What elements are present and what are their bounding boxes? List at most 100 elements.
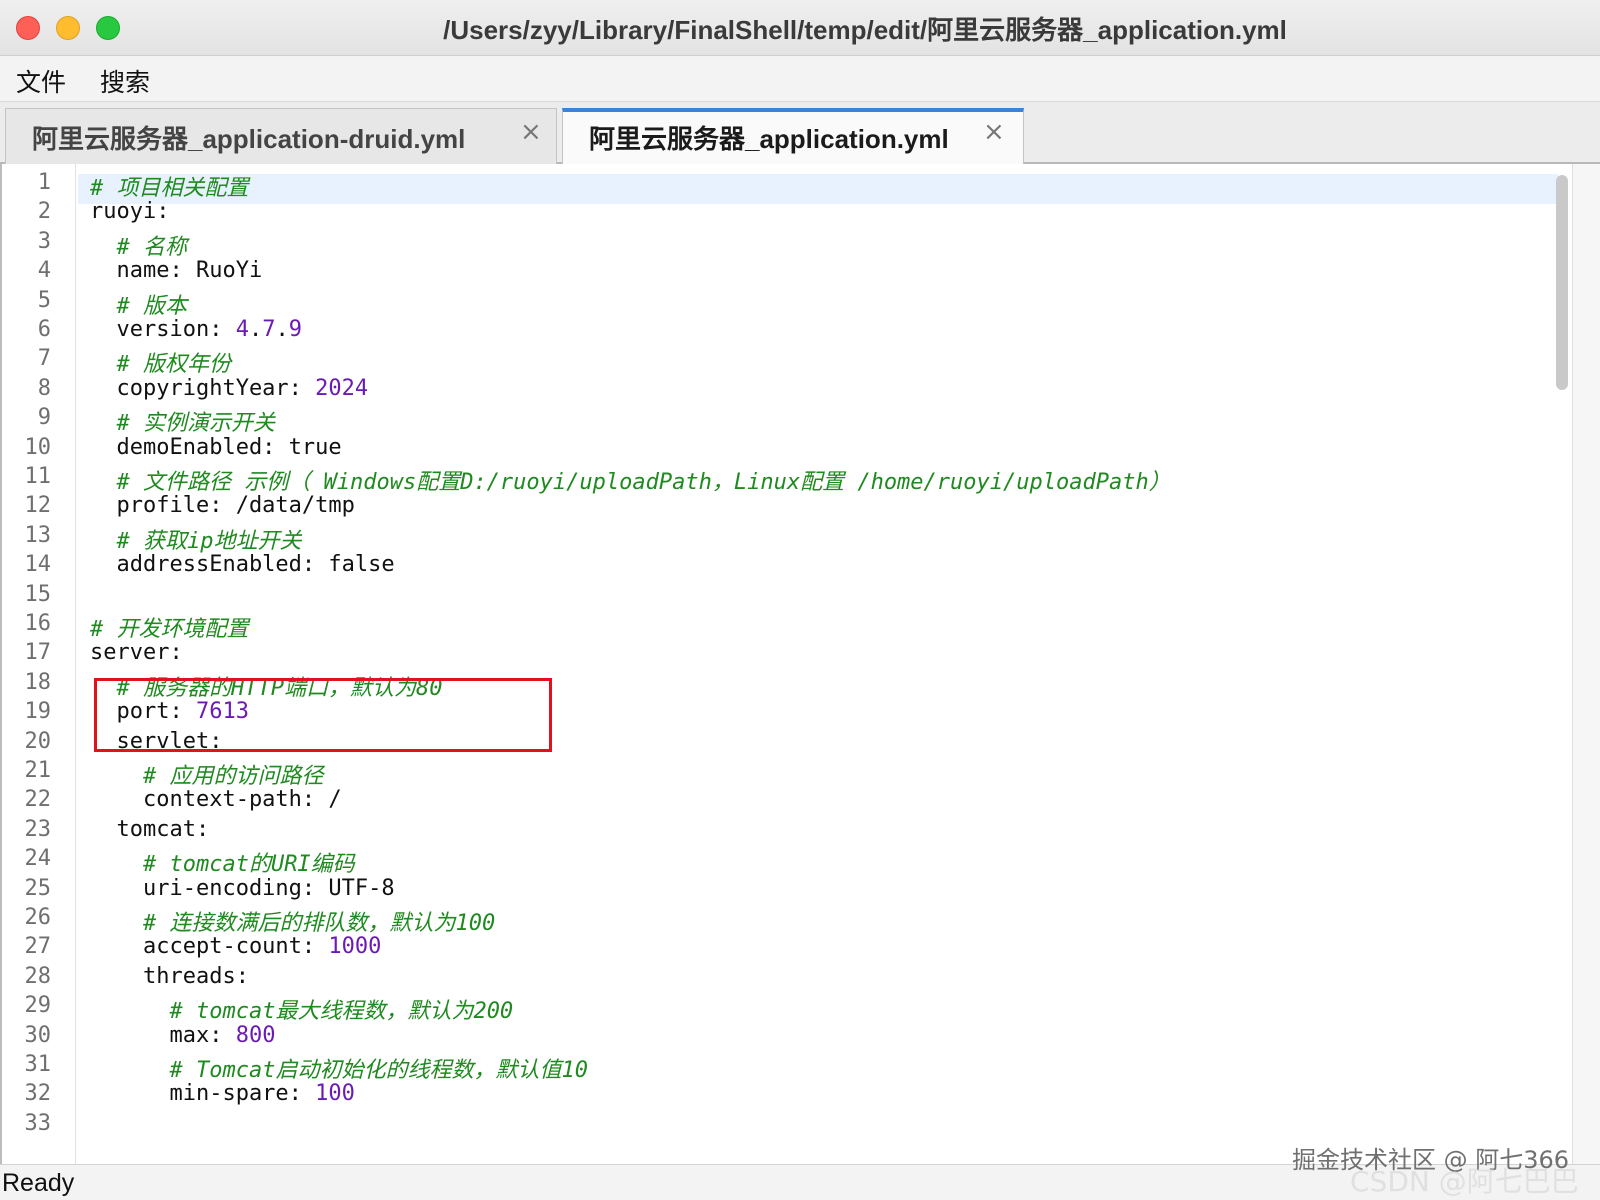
- code-text: threads:: [90, 963, 249, 989]
- code-text: server:: [90, 640, 183, 666]
- code-number: 7: [262, 317, 276, 342]
- tab-bar: 阿里云服务器_application-druid.yml × 阿里云服务器_ap…: [0, 102, 1600, 164]
- code-comment: # 开发环境配置: [90, 617, 249, 642]
- code-line[interactable]: profile: /data/tmp: [90, 493, 355, 519]
- menu-search[interactable]: 搜索: [100, 63, 150, 99]
- code-line[interactable]: # tomcat的URI编码: [90, 846, 355, 878]
- code-text: demoEnabled: true: [90, 434, 342, 460]
- code-line[interactable]: addressEnabled: false: [90, 552, 395, 578]
- tab-application[interactable]: 阿里云服务器_application.yml ×: [562, 108, 1024, 164]
- code-text: min-spare:: [90, 1081, 316, 1107]
- window-title: /Users/zyy/Library/FinalShell/temp/edit/…: [443, 15, 1287, 45]
- line-number: 33: [24, 1110, 52, 1136]
- line-number: 16: [24, 611, 52, 636]
- line-number: 1: [37, 170, 51, 195]
- line-number: 4: [37, 258, 51, 284]
- code-line[interactable]: threads:: [90, 964, 249, 989]
- line-number: 21: [24, 758, 52, 783]
- code-line[interactable]: # 实例演示开关: [90, 405, 276, 437]
- watermark: CSDN @阿七巴巴: [1350, 1165, 1579, 1198]
- zoom-window-button[interactable]: [96, 16, 120, 40]
- vertical-scrollbar[interactable]: [1572, 164, 1600, 1164]
- code-line[interactable]: ruoyi:: [90, 199, 169, 224]
- code-text: profile: /data/tmp: [90, 493, 355, 519]
- code-text: addressEnabled: false: [90, 552, 395, 578]
- status-text: Ready: [2, 1169, 75, 1197]
- code-number: 800: [235, 1022, 276, 1048]
- scrollbar-thumb[interactable]: [1556, 175, 1568, 390]
- tab-label: 阿里云服务器_application-druid.yml: [32, 124, 466, 154]
- line-number: 17: [24, 640, 52, 666]
- code-number: 2024: [315, 375, 369, 401]
- code-number: 100: [315, 1081, 355, 1107]
- code-line[interactable]: uri-encoding: UTF-8: [90, 876, 395, 901]
- code-comment: # 版权年份: [116, 352, 232, 378]
- tab-application-druid[interactable]: 阿里云服务器_application-druid.yml ×: [5, 108, 557, 164]
- code-line[interactable]: # 名称: [90, 229, 188, 261]
- code-line[interactable]: server:: [90, 640, 183, 665]
- code-line[interactable]: accept-count: 1000: [90, 934, 381, 959]
- code-text: .: [275, 317, 289, 342]
- line-number-gutter: 1 2 3 4 5 6 7 8 9 10 11 12 13 14 15 16 17 18 19 20 21 22 23 24 2…: [2, 164, 76, 1164]
- code-text: max:: [90, 1022, 236, 1048]
- code-line[interactable]: # 开发环境配置: [90, 611, 249, 643]
- code-number: 1000: [328, 934, 382, 960]
- line-number: 3: [37, 228, 51, 254]
- line-number: 31: [24, 1052, 52, 1077]
- code-line[interactable]: max: 800: [90, 1023, 275, 1048]
- close-icon[interactable]: ×: [520, 117, 542, 147]
- code-comment: # 版本: [116, 293, 188, 319]
- code-line[interactable]: # 获取ip地址开关: [90, 523, 302, 555]
- close-window-button[interactable]: [16, 16, 40, 40]
- code-line[interactable]: version: 4.7.9: [90, 317, 302, 342]
- code-comment: # 获取ip地址开关: [116, 528, 302, 554]
- code-comment: # Tomcat启动初始化的线程数，默认值10: [169, 1058, 588, 1083]
- code-line[interactable]: # 连接数满后的排队数，默认为100: [90, 905, 495, 937]
- code-text: ruoyi:: [90, 199, 170, 225]
- code-line[interactable]: demoEnabled: true: [90, 434, 342, 460]
- line-number: 22: [24, 787, 52, 813]
- code-line[interactable]: tomcat:: [90, 817, 209, 842]
- menu-bar: 文件 搜索: [0, 56, 1600, 102]
- code-text: uri-encoding: UTF-8: [90, 875, 395, 901]
- code-line[interactable]: # 文件路径 示例（ Windows配置D:/ruoyi/uploadPath，…: [90, 464, 1171, 496]
- code-comment: # 连接数满后的排队数，默认为100: [142, 911, 496, 936]
- menu-file[interactable]: 文件: [16, 63, 66, 99]
- code-editor[interactable]: 1 2 3 4 5 6 7 8 9 10 11 12 13 14 15 16 17 18 19 20 21 22 23 24 2…: [0, 164, 1572, 1164]
- close-icon[interactable]: ×: [983, 117, 1005, 147]
- code-comment: # 应用的访问路径: [142, 764, 324, 789]
- line-number: 29: [24, 993, 52, 1019]
- line-number: 15: [24, 581, 52, 607]
- code-line[interactable]: # tomcat最大线程数，默认为200: [90, 993, 513, 1025]
- code-comment: # tomcat最大线程数，默认为200: [169, 999, 514, 1025]
- line-number: 7: [37, 346, 51, 372]
- code-line[interactable]: min-spare: 100: [90, 1081, 355, 1107]
- code-line[interactable]: # 项目相关配置: [90, 170, 249, 202]
- line-number: 5: [37, 287, 51, 313]
- code-line[interactable]: # 版权年份: [90, 346, 232, 378]
- line-number: 13: [24, 522, 52, 548]
- line-number: 11: [24, 464, 52, 489]
- line-number: 9: [37, 405, 51, 431]
- line-number: 19: [24, 699, 52, 725]
- code-line[interactable]: name: RuoYi: [90, 258, 262, 283]
- line-number: 10: [24, 434, 52, 460]
- line-number: 18: [24, 669, 52, 695]
- code-comment: # 名称: [116, 234, 188, 260]
- code-text: version:: [90, 317, 236, 342]
- code-line[interactable]: # 应用的访问路径: [90, 758, 324, 790]
- code-number: 9: [288, 317, 302, 342]
- line-number: 25: [24, 875, 52, 901]
- minimize-window-button[interactable]: [56, 16, 80, 40]
- code-line[interactable]: # Tomcat启动初始化的线程数，默认值10: [90, 1052, 588, 1084]
- code-line[interactable]: # 版本: [90, 288, 188, 320]
- code-line[interactable]: copyrightYear: 2024: [90, 376, 368, 401]
- line-number: 24: [24, 846, 52, 872]
- line-number: 27: [24, 934, 52, 960]
- code-line[interactable]: context-path: /: [90, 787, 342, 812]
